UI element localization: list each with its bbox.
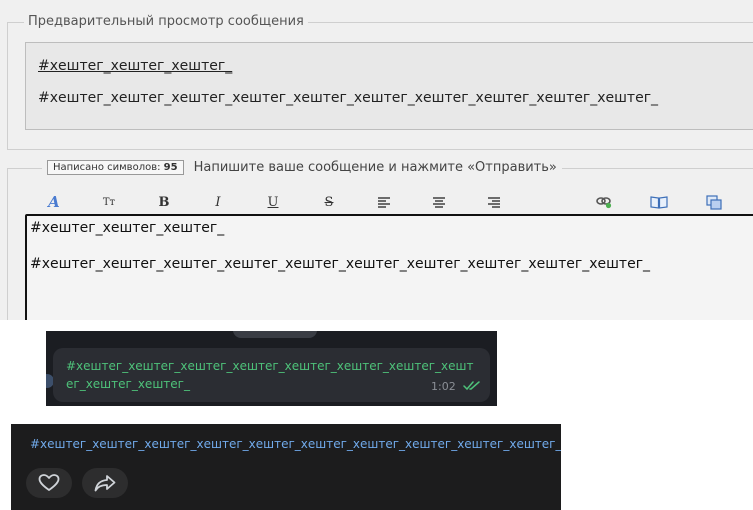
preview-hashtag-line-2: #хештег_хештег_хештег_хештег_хештег_хешт… <box>38 90 659 106</box>
insert-link-button[interactable] <box>595 193 613 211</box>
heart-icon <box>38 474 60 491</box>
link-icon <box>596 197 612 209</box>
align-left-button[interactable] <box>375 193 393 211</box>
forum-panel: Предварительный просмотр сообщения #хешт… <box>0 0 753 320</box>
preview-box: #хештег_хештег_хештег_ #хештег_хештег_хе… <box>25 42 753 130</box>
formatting-toolbar: A Tт B I U S <box>8 193 753 211</box>
share-button[interactable] <box>82 468 128 498</box>
bold-button[interactable]: B <box>155 193 173 211</box>
char-count-label: Написано символов: <box>53 162 161 173</box>
message-editor[interactable]: #хештег_хештег_хештег_ #хештег_хештег_хе… <box>25 214 753 320</box>
telegram-chat: #хештег_хештег_хештег_хештег_хештег_хешт… <box>46 331 497 406</box>
editor-line-2: #хештег_хештег_хештег_хештег_хештег_хешт… <box>30 256 651 272</box>
editor-line-1: #хештег_хештег_хештег_ <box>30 220 225 236</box>
underline-button[interactable]: U <box>264 193 282 211</box>
align-center-icon <box>433 197 445 208</box>
italic-button[interactable]: I <box>209 193 227 211</box>
compose-legend: Написано символов: 95 Напишите ваше сооб… <box>42 160 562 175</box>
compose-fieldset: Написано символов: 95 Напишите ваше сооб… <box>7 160 753 320</box>
share-arrow-icon <box>94 475 116 492</box>
char-count-badge: Написано символов: 95 <box>47 160 184 175</box>
like-button[interactable] <box>26 468 72 498</box>
preview-hashtag-line-1[interactable]: #хештег_хештег_хештег_ <box>38 58 232 74</box>
message-text[interactable]: #хештег_хештег_хештег_хештег_хештег_хешт… <box>66 357 474 393</box>
book-icon <box>650 196 668 209</box>
double-check-icon <box>463 381 480 391</box>
preview-legend: Предварительный просмотр сообщения <box>24 14 308 29</box>
strikethrough-button[interactable]: S <box>320 193 338 211</box>
align-left-icon <box>378 197 390 208</box>
align-right-button[interactable] <box>485 193 503 211</box>
align-center-button[interactable] <box>430 193 448 211</box>
font-color-button[interactable]: A <box>45 193 63 211</box>
insert-code-button[interactable] <box>705 193 723 211</box>
message-time: 1:02 <box>431 380 456 393</box>
font-size-button[interactable]: Tт <box>100 193 118 211</box>
align-right-icon <box>488 197 500 208</box>
preview-fieldset: Предварительный просмотр сообщения #хешт… <box>7 14 753 150</box>
windows-icon <box>706 194 722 210</box>
compose-prompt: Напишите ваше сообщение и нажмите «Отпра… <box>193 160 557 175</box>
date-pill <box>233 331 317 338</box>
insert-quote-button[interactable] <box>650 193 668 211</box>
char-count-value: 95 <box>163 162 178 173</box>
post-hashtags[interactable]: #хештег_хештег_хештег_хештег_хештег_хешт… <box>30 437 561 451</box>
vk-post: #хештег_хештег_хештег_хештег_хештег_хешт… <box>11 424 561 510</box>
